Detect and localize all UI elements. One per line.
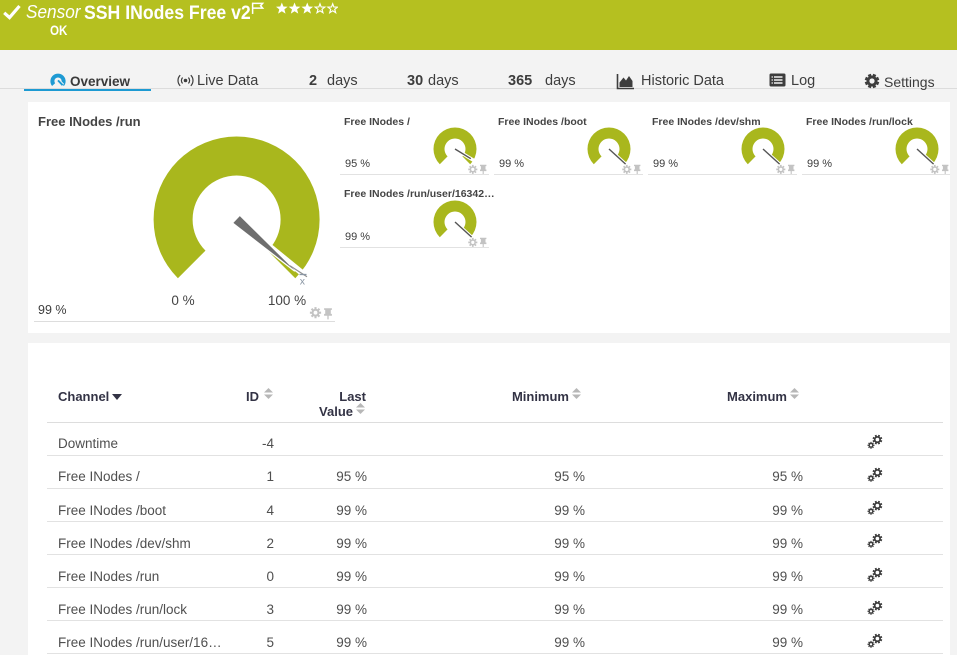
svg-text:x: x (300, 275, 306, 287)
